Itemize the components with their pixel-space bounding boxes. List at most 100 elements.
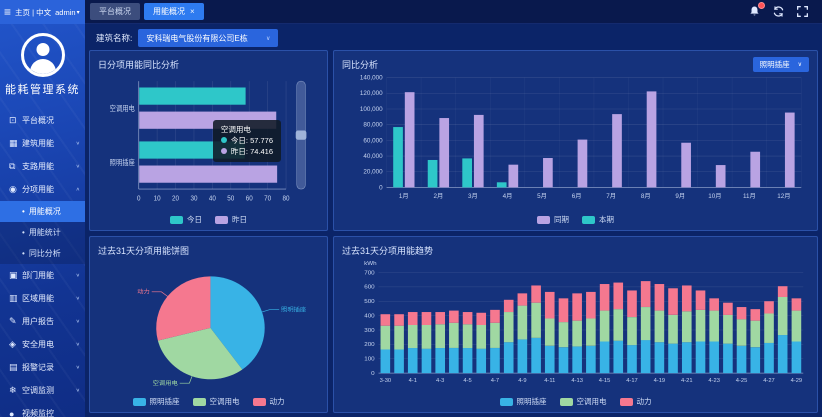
sidebar-item-label: 安全用电: [22, 339, 54, 350]
svg-text:30: 30: [190, 195, 197, 203]
svg-text:4-7: 4-7: [491, 378, 499, 384]
monthly-comparison-chart[interactable]: 020,00040,00060,00080,000100,000120,0001…: [342, 72, 809, 212]
legend: 照明插座 空调用电 动力: [98, 394, 319, 409]
caret-down-icon: ▾: [77, 9, 80, 16]
sidebar-item-subitem-energy[interactable]: ◉分项用能∧: [0, 178, 85, 201]
svg-text:7月: 7月: [606, 193, 616, 200]
legend-item-照明插座[interactable]: 照明插座: [133, 396, 180, 407]
svg-text:4-9: 4-9: [518, 378, 526, 384]
svg-text:1月: 1月: [399, 193, 409, 200]
sidebar-item-alarm-records[interactable]: ▤报警记录∨: [0, 356, 85, 379]
svg-text:4-17: 4-17: [626, 378, 638, 384]
daily-comparison-chart[interactable]: 01020304050607080空调用电照明插座 空调用电 今日: 57.77…: [98, 72, 319, 212]
sidebar-item-region-energy[interactable]: ▥区域用能∨: [0, 287, 85, 310]
svg-text:12月: 12月: [777, 193, 790, 200]
energy-trend-chart[interactable]: kWh01002003004005006007003-304-14-34-54-…: [342, 258, 809, 394]
svg-text:600: 600: [364, 285, 375, 291]
svg-text:20: 20: [172, 195, 179, 203]
series-select[interactable]: 照明插座 ∨: [753, 57, 809, 72]
panel-energy-trend: 过去31天分项用能趋势 kWh01002003004005006007003-3…: [333, 236, 818, 413]
sidebar-item-building-energy[interactable]: ▦建筑用能∨: [0, 132, 85, 155]
legend-item-动力[interactable]: 动力: [253, 396, 285, 407]
chevron-icon: ∨: [76, 319, 80, 325]
menu-toggle-icon[interactable]: ≡: [4, 7, 11, 17]
sidebar-subitem-energy-overview[interactable]: •用能概况: [0, 201, 85, 222]
svg-text:4月: 4月: [503, 193, 513, 200]
sidebar-topbar: ≡ 主页 | 中文 admin ▾: [0, 0, 85, 24]
legend-item-动力[interactable]: 动力: [620, 396, 652, 407]
monthly-comparison-chart-svg[interactable]: 020,00040,00060,00080,000100,000120,0001…: [342, 72, 809, 212]
sidebar-item-ac-monitoring[interactable]: ❄空调监测∨: [0, 379, 85, 402]
svg-text:0: 0: [379, 184, 383, 191]
daily-comparison-chart-svg[interactable]: 01020304050607080空调用电照明插座: [98, 72, 319, 212]
svg-text:空调用电: 空调用电: [110, 103, 135, 113]
legend-item-照明插座[interactable]: 照明插座: [500, 396, 547, 407]
panel-title: 过去31天分项用能饼图: [98, 244, 189, 257]
svg-text:100: 100: [364, 357, 375, 363]
svg-text:4-15: 4-15: [599, 378, 611, 384]
notification-badge: [758, 2, 765, 9]
svg-text:10月: 10月: [708, 193, 721, 200]
energy-pie-chart-svg[interactable]: 照明插座空调用电动力: [98, 258, 319, 394]
sidebar-subitem-yoy-analysis[interactable]: •同比分析: [0, 243, 85, 264]
panel-energy-pie: 过去31天分项用能饼图 照明插座空调用电动力 照明插座空调用电动力: [89, 236, 328, 413]
legend-label: 空调用电: [210, 396, 240, 407]
legend-marker: [170, 216, 183, 224]
svg-text:4-11: 4-11: [544, 378, 555, 384]
legend-marker: [500, 398, 513, 406]
svg-text:0: 0: [371, 371, 375, 377]
chevron-icon: ∧: [76, 187, 80, 193]
sidebar-item-safe-electricity[interactable]: ◈安全用电∨: [0, 333, 85, 356]
panel-daily-comparison: 日分项用能同比分析 01020304050607080空调用电照明插座 空调用电…: [89, 50, 328, 231]
dashboard-grid: 日分项用能同比分析 01020304050607080空调用电照明插座 空调用电…: [89, 50, 818, 413]
bullet-icon: •: [22, 228, 25, 237]
sidebar-item-user-report[interactable]: ✎用户报告∨: [0, 310, 85, 333]
svg-text:4-19: 4-19: [654, 378, 666, 384]
sidebar-item-label: 建筑用能: [22, 138, 54, 149]
fullscreen-icon[interactable]: [796, 5, 809, 18]
department-energy-icon: ▣: [9, 270, 22, 281]
svg-text:4-3: 4-3: [436, 378, 444, 384]
legend-label: 今日: [187, 214, 202, 225]
legend-item-今日[interactable]: 今日: [170, 214, 202, 225]
legend-item-同期[interactable]: 同期: [537, 214, 569, 225]
home-language-link[interactable]: 主页 | 中文: [15, 7, 51, 18]
sidebar-item-label: 区域用能: [22, 293, 54, 304]
energy-pie-chart[interactable]: 照明插座空调用电动力: [98, 258, 319, 394]
svg-text:120,000: 120,000: [360, 90, 383, 97]
svg-text:6月: 6月: [572, 193, 582, 200]
svg-text:5月: 5月: [537, 193, 547, 200]
refresh-icon[interactable]: [772, 5, 785, 18]
sidebar-item-platform-overview[interactable]: ⊡平台概况: [0, 109, 85, 132]
svg-text:200: 200: [364, 342, 375, 348]
svg-text:4-29: 4-29: [791, 378, 803, 384]
notifications-bell-icon[interactable]: [748, 5, 761, 18]
legend-item-空调用电[interactable]: 空调用电: [193, 396, 240, 407]
svg-text:4-27: 4-27: [763, 378, 775, 384]
datazoom-handle[interactable]: [296, 131, 307, 140]
legend-marker: [620, 398, 633, 406]
sidebar-subitem-energy-stats[interactable]: •用能统计: [0, 222, 85, 243]
svg-text:140,000: 140,000: [360, 75, 383, 82]
legend-label: 照明插座: [517, 396, 547, 407]
tab-platform-overview[interactable]: 平台概况: [90, 3, 140, 20]
legend-marker: [253, 398, 266, 406]
close-icon[interactable]: ×: [190, 8, 195, 16]
sidebar-item-video-monitoring[interactable]: ●视频监控: [0, 402, 85, 417]
legend-label: 空调用电: [577, 396, 607, 407]
legend-item-昨日[interactable]: 昨日: [215, 214, 247, 225]
chevron-icon: ∨: [76, 342, 80, 348]
legend-marker: [215, 216, 228, 224]
building-select[interactable]: 安科瑞电气股份有限公司E栋 ∨: [138, 29, 278, 47]
chevron-icon: ∨: [76, 141, 80, 147]
user-menu[interactable]: admin ▾: [55, 8, 79, 17]
tab-energy-overview[interactable]: 用能概况×: [144, 3, 204, 20]
legend-item-本期[interactable]: 本期: [582, 214, 614, 225]
sidebar-item-branch-energy[interactable]: ⧉支路用能∨: [0, 155, 85, 178]
sidebar-item-department-energy[interactable]: ▣部门用能∨: [0, 264, 85, 287]
energy-trend-chart-svg[interactable]: kWh01002003004005006007003-304-14-34-54-…: [342, 258, 809, 394]
legend-item-空调用电[interactable]: 空调用电: [560, 396, 607, 407]
svg-text:60: 60: [246, 195, 253, 203]
svg-text:9月: 9月: [675, 193, 685, 200]
svg-text:500: 500: [364, 299, 375, 305]
